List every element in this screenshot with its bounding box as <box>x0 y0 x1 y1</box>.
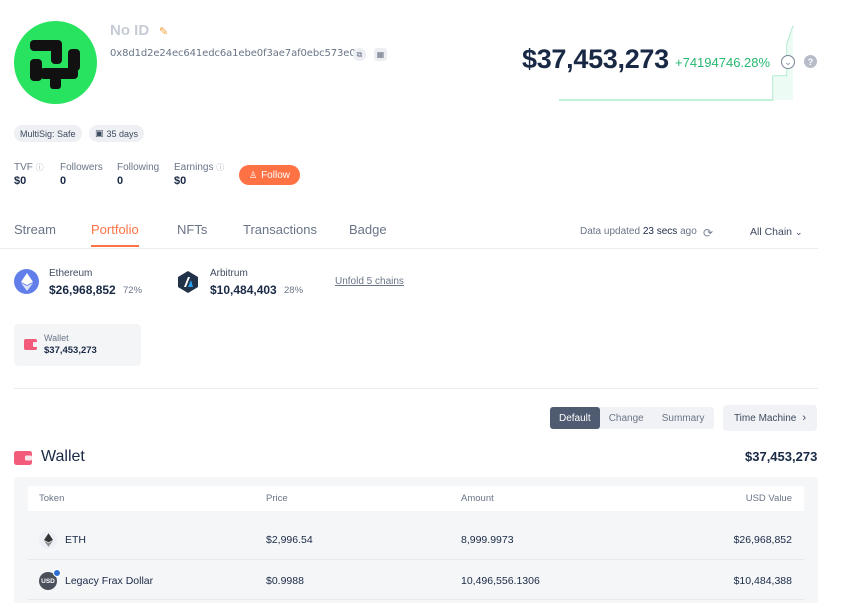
stat-value-tvf: $0 <box>14 175 27 187</box>
chain-name-arbitrum: Arbitrum <box>210 268 248 279</box>
stat-value-earnings: $0 <box>174 175 187 187</box>
follow-button[interactable]: ♙ Follow <box>239 165 300 185</box>
token-name[interactable]: Legacy Frax Dollar <box>65 575 153 587</box>
eth-token-icon <box>39 531 57 549</box>
help-icon[interactable]: ? <box>804 55 817 68</box>
networth-change: +74194746.28% <box>675 55 771 70</box>
tag-label: 35 days <box>106 128 139 139</box>
wallet-section-total: $37,453,273 <box>745 449 818 464</box>
ethereum-icon <box>14 269 39 294</box>
calendar-icon: ▣ <box>95 128 104 138</box>
info-icon[interactable]: ⓘ <box>216 163 224 172</box>
stat-label-tvf: TVF ⓘ <box>14 162 44 173</box>
token-price: $2,996.54 <box>266 534 313 546</box>
data-updated-status: Data updated 23 secs ago <box>580 226 697 237</box>
refresh-icon[interactable]: ⟳ <box>703 226 713 240</box>
column-header-amount: Amount <box>461 493 494 504</box>
edit-pencil-icon[interactable]: ✎ <box>159 25 168 38</box>
tag-multisig: MultiSig: Safe <box>14 125 82 142</box>
token-usd-value: $26,968,852 <box>733 534 792 546</box>
tab-transactions[interactable]: Transactions <box>243 222 317 237</box>
tab-active-indicator <box>91 245 139 247</box>
copy-icon[interactable]: ⧉ <box>353 48 366 61</box>
networth-value: $37,453,273 <box>522 44 669 74</box>
chevron-down-icon: ⌄ <box>794 227 803 237</box>
wallet-icon <box>24 339 38 350</box>
profile-name: No ID <box>110 22 150 39</box>
updated-prefix: Data updated <box>580 226 641 237</box>
token-amount: 8,999.9973 <box>461 534 514 546</box>
updated-suffix: ago <box>680 226 697 237</box>
column-header-price: Price <box>266 493 288 504</box>
column-header-token: Token <box>39 493 65 504</box>
chain-filter-label: All Chain <box>750 226 793 238</box>
info-icon[interactable]: ⓘ <box>36 163 44 172</box>
time-machine-label: Time Machine <box>733 412 797 424</box>
tab-divider <box>0 248 818 249</box>
table-header <box>28 486 804 511</box>
chain-value-ethereum[interactable]: $26,968,852 <box>49 283 116 297</box>
chain-percent-arbitrum: 28% <box>284 285 304 296</box>
stat-label-following: Following <box>117 162 160 173</box>
avatar <box>14 21 97 104</box>
tab-badge[interactable]: Badge <box>349 222 387 237</box>
tab-portfolio[interactable]: Portfolio <box>91 222 139 237</box>
time-machine-button[interactable]: Time Machine › <box>723 405 817 431</box>
chain-name-ethereum: Ethereum <box>49 268 93 279</box>
chain-value-arbitrum[interactable]: $10,484,403 <box>210 283 277 297</box>
token-usd-value: $10,484,388 <box>733 575 792 587</box>
stat-value-followers[interactable]: 0 <box>60 175 66 187</box>
view-mode-switch: Default Change Summary <box>550 407 714 429</box>
token-name[interactable]: ETH <box>65 534 86 546</box>
view-mode-change[interactable]: Change <box>600 407 653 429</box>
chevron-down-icon[interactable]: ⌄ <box>781 55 795 69</box>
tag-label: MultiSig: Safe <box>20 128 76 139</box>
chain-percent-ethereum: 72% <box>123 285 143 296</box>
tab-nfts[interactable]: NFTs <box>177 222 207 237</box>
view-mode-summary[interactable]: Summary <box>653 407 714 429</box>
view-mode-default[interactable]: Default <box>550 407 600 429</box>
chain-badge-icon <box>53 569 61 577</box>
stat-label-text: TVF <box>14 162 33 173</box>
token-amount: 10,496,556.1306 <box>461 575 540 587</box>
wallet-section-title: Wallet <box>41 448 85 465</box>
wallet-card-value: $37,453,273 <box>44 345 97 356</box>
stat-label-followers: Followers <box>60 162 103 173</box>
avatar-logo-icon <box>30 40 80 89</box>
stat-value-following[interactable]: 0 <box>117 175 123 187</box>
user-icon: ♙ <box>249 169 258 180</box>
column-header-usd-value: USD Value <box>745 493 792 504</box>
wallet-icon <box>14 451 32 465</box>
tab-stream[interactable]: Stream <box>14 222 56 237</box>
chevron-right-icon: › <box>802 412 807 424</box>
table-row[interactable] <box>28 521 804 560</box>
tag-age: ▣ 35 days <box>89 125 145 142</box>
stat-label-text: Earnings <box>174 162 214 173</box>
qr-code-icon[interactable]: ▦ <box>374 48 387 61</box>
chain-filter-dropdown[interactable]: All Chain ⌄ <box>750 226 803 238</box>
wallet-address: 0x8d1d2e24ec641edc6a1ebe0f3ae7af0ebc573e… <box>110 48 362 59</box>
stat-label-earnings: Earnings ⓘ <box>174 162 224 173</box>
token-price: $0.9988 <box>266 575 304 587</box>
follow-label: Follow <box>261 169 290 181</box>
arbitrum-icon <box>175 269 200 294</box>
section-divider <box>14 388 818 389</box>
wallet-card-label: Wallet <box>44 333 69 343</box>
unfold-chains-link[interactable]: Unfold 5 chains <box>335 276 404 287</box>
updated-time: 23 secs <box>642 226 678 237</box>
